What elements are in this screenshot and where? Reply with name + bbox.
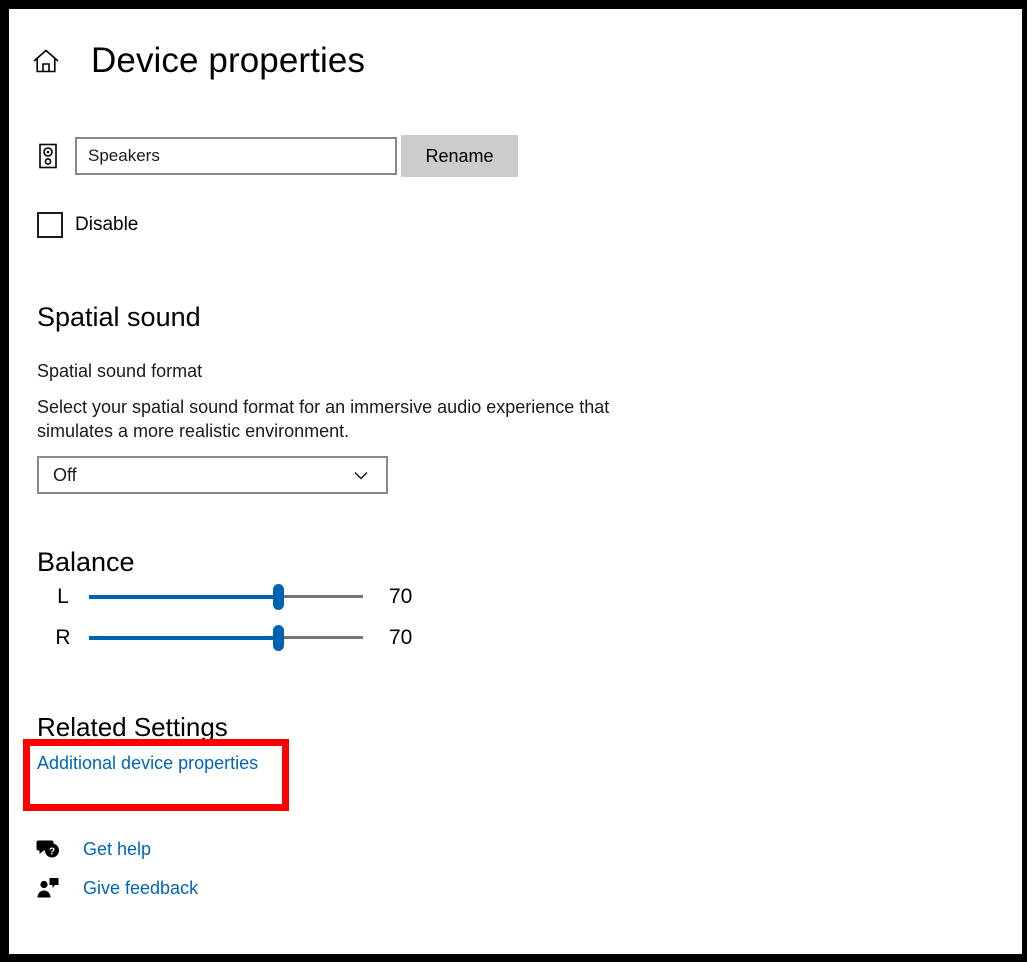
rename-button[interactable]: Rename <box>401 135 518 177</box>
slider-fill <box>89 595 278 599</box>
get-help-label: Get help <box>83 838 152 859</box>
balance-heading: Balance <box>37 547 135 577</box>
question-bubble-icon: ? <box>35 836 61 862</box>
speaker-icon <box>35 141 61 171</box>
chevron-down-icon <box>350 464 386 486</box>
slider-fill <box>89 636 278 640</box>
spatial-sound-heading: Spatial sound <box>37 302 201 332</box>
balance-slider-track-left[interactable] <box>89 583 363 611</box>
balance-channel-label-left: L <box>57 585 69 608</box>
spatial-sound-selected-value: Off <box>53 464 77 485</box>
give-feedback-label: Give feedback <box>83 877 199 898</box>
spatial-sound-format-select[interactable]: Off <box>37 456 388 494</box>
feedback-person-icon <box>35 875 61 901</box>
disable-checkbox[interactable] <box>37 212 63 238</box>
slider-thumb-right[interactable] <box>273 625 284 651</box>
settings-page: Device properties Rename Disable Spatial… <box>9 9 1022 954</box>
slider-thumb-left[interactable] <box>273 584 284 610</box>
page-title: Device properties <box>91 41 366 80</box>
balance-value-left: 70 <box>389 585 413 608</box>
balance-channel-label-right: R <box>55 626 71 649</box>
disable-label: Disable <box>75 214 139 235</box>
balance-slider-track-right[interactable] <box>89 624 363 652</box>
give-feedback-link[interactable]: Give feedback <box>35 875 198 901</box>
get-help-link[interactable]: ? Get help <box>35 836 151 862</box>
spatial-sound-format-label: Spatial sound format <box>37 361 203 381</box>
additional-device-properties-link[interactable]: Additional device properties <box>37 753 258 774</box>
page-header: Device properties <box>31 43 365 78</box>
related-settings-heading: Related Settings <box>37 712 228 742</box>
highlight-annotation-box <box>23 739 289 811</box>
balance-value-right: 70 <box>389 626 413 649</box>
spatial-sound-description: Select your spatial sound format for an … <box>37 397 610 442</box>
balance-slider-right: R 70 <box>37 624 429 652</box>
window-frame: Device properties Rename Disable Spatial… <box>0 0 1027 962</box>
home-icon[interactable] <box>31 46 61 76</box>
svg-text:?: ? <box>49 847 55 858</box>
device-name-row: Rename <box>35 135 518 177</box>
device-name-input[interactable] <box>75 137 397 175</box>
balance-slider-left: L 70 <box>37 583 429 611</box>
disable-row[interactable]: Disable <box>37 212 138 238</box>
